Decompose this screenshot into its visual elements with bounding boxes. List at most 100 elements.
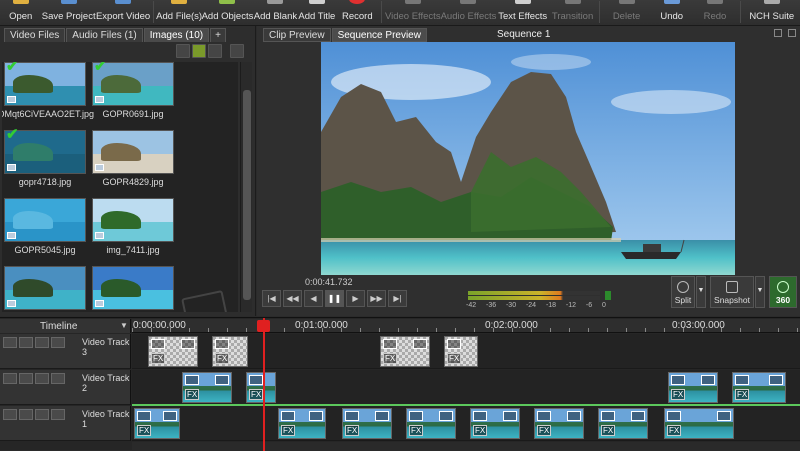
maximize-icon[interactable]	[774, 29, 782, 37]
add-objects-button[interactable]: Add Objects	[201, 0, 254, 25]
audio-effects-button[interactable]: Audio Effects	[441, 0, 496, 25]
timeline-clip[interactable]: FX	[668, 372, 718, 403]
media-item[interactable]	[4, 266, 86, 312]
grid-icon[interactable]	[35, 337, 49, 348]
collapse-icon[interactable]	[3, 337, 17, 348]
timeline-clip[interactable]: FX	[148, 336, 198, 367]
timeline-clip[interactable]: FX	[134, 408, 180, 439]
tab-audio-files[interactable]: Audio Files (1)	[66, 28, 143, 42]
media-item[interactable]: ✔ gopr4718.jpg	[4, 127, 86, 196]
transition-icon[interactable]	[601, 411, 615, 421]
transition-icon[interactable]	[151, 339, 165, 349]
save-project-button[interactable]: Save Project	[41, 0, 96, 25]
fx-icon[interactable]: FX	[447, 353, 462, 364]
media-item[interactable]: GOPR5045.jpg	[4, 198, 86, 264]
timeline-clip[interactable]: FX	[598, 408, 648, 439]
fx-icon[interactable]: FX	[215, 353, 230, 364]
transition-icon[interactable]	[701, 375, 715, 385]
detach-icon[interactable]	[788, 29, 796, 37]
fx-icon[interactable]: FX	[281, 425, 296, 436]
timeline-clip[interactable]: FX	[470, 408, 520, 439]
step-forward-icon[interactable]: ▶	[346, 290, 365, 307]
playhead[interactable]	[263, 318, 265, 451]
media-scrollbar[interactable]	[240, 62, 252, 312]
snapshot-dropdown[interactable]: ▼	[755, 276, 765, 308]
fx-icon[interactable]: FX	[345, 425, 360, 436]
transition-icon[interactable]	[413, 339, 427, 349]
timeline-clip[interactable]: FX	[380, 336, 430, 367]
fx-icon[interactable]: FX	[151, 353, 166, 364]
track-lane[interactable]: FX FX FX FX FX FX FX FX	[132, 406, 800, 441]
timeline-clip[interactable]: FX	[212, 336, 248, 367]
fx-icon[interactable]: FX	[735, 389, 750, 400]
add-blank-button[interactable]: Add Blank	[254, 0, 297, 25]
tab-sequence-preview[interactable]: Sequence Preview	[331, 28, 427, 42]
transition-icon[interactable]	[671, 375, 685, 385]
timeline-ruler[interactable]: 0:00:00.000 0:01:00.000 0:02:00.000 0:03…	[132, 319, 800, 333]
media-item[interactable]: ✔ GOPR0691.jpg	[92, 62, 174, 128]
transition-icon[interactable]	[215, 375, 229, 385]
timeline-clip[interactable]: FX	[278, 408, 326, 439]
transition-icon[interactable]	[503, 411, 517, 421]
lock-icon[interactable]	[51, 409, 65, 420]
next-clip-icon[interactable]: ▶▶	[367, 290, 386, 307]
delete-button[interactable]: Delete	[603, 0, 650, 25]
grid-icon[interactable]	[35, 409, 49, 420]
step-back-icon[interactable]: ◀	[304, 290, 323, 307]
fx-icon[interactable]: FX	[137, 425, 152, 436]
timeline-clip[interactable]: FX	[246, 372, 276, 403]
transition-icon[interactable]	[631, 411, 645, 421]
record-button[interactable]: Record	[337, 0, 378, 25]
transition-icon[interactable]	[409, 411, 423, 421]
transition-icon[interactable]	[281, 411, 295, 421]
fx-icon[interactable]: FX	[249, 389, 264, 400]
fx-icon[interactable]: FX	[601, 425, 616, 436]
transition-icon[interactable]	[473, 411, 487, 421]
transition-icon[interactable]	[215, 339, 229, 349]
tab-video-files[interactable]: Video Files	[4, 28, 66, 42]
open-button[interactable]: Open	[0, 0, 41, 25]
fx-icon[interactable]: FX	[383, 353, 398, 364]
eye-icon[interactable]	[19, 337, 33, 348]
transition-icon[interactable]	[447, 339, 461, 349]
transition-icon[interactable]	[185, 375, 199, 385]
transition-icon[interactable]	[383, 339, 397, 349]
eye-icon[interactable]	[19, 409, 33, 420]
split-dropdown[interactable]: ▼	[696, 276, 706, 308]
transition-icon[interactable]	[309, 411, 323, 421]
timeline-clip[interactable]: FX	[664, 408, 734, 439]
transition-icon[interactable]	[137, 411, 151, 421]
media-item[interactable]: img_7411.jpg	[92, 198, 174, 264]
split-button[interactable]: Split	[671, 276, 695, 308]
go-to-start-icon[interactable]: |◀	[262, 290, 281, 307]
media-item[interactable]: ✔ DMqt6CiVEAAO2ET.jpg	[2, 62, 94, 128]
fx-icon[interactable]: FX	[409, 425, 424, 436]
trash-icon[interactable]	[176, 44, 190, 58]
tab-clip-preview[interactable]: Clip Preview	[263, 28, 331, 42]
timeline-clip[interactable]: FX	[182, 372, 232, 403]
transition-icon[interactable]	[769, 375, 783, 385]
media-item[interactable]	[92, 266, 174, 312]
transition-icon[interactable]	[345, 411, 359, 421]
add-title-button[interactable]: Add Title	[297, 0, 337, 25]
lock-icon[interactable]	[51, 337, 65, 348]
export-video-button[interactable]: Export Video	[96, 0, 150, 25]
vr-360-button[interactable]: 360	[769, 276, 797, 308]
fx-icon[interactable]: FX	[473, 425, 488, 436]
timeline-clip[interactable]: FX	[444, 336, 478, 367]
undo-button[interactable]: Undo	[650, 0, 693, 25]
pause-icon[interactable]: ❚❚	[325, 290, 344, 307]
transition-icon[interactable]	[181, 339, 195, 349]
snapshot-button[interactable]: Snapshot	[710, 276, 754, 308]
collapse-icon[interactable]	[3, 373, 17, 384]
track-lane[interactable]: FX FX FX FX	[132, 370, 800, 405]
lock-icon[interactable]	[51, 373, 65, 384]
transition-icon[interactable]	[375, 411, 389, 421]
transition-icon[interactable]	[567, 411, 581, 421]
nch-suite-button[interactable]: NCH Suite	[744, 0, 800, 25]
add-bin-tab[interactable]: +	[210, 28, 226, 42]
fx-icon[interactable]: FX	[671, 389, 686, 400]
chevron-down-icon[interactable]: ▼	[120, 321, 128, 330]
go-to-end-icon[interactable]: ▶|	[388, 290, 407, 307]
list-view-icon[interactable]	[208, 44, 222, 58]
